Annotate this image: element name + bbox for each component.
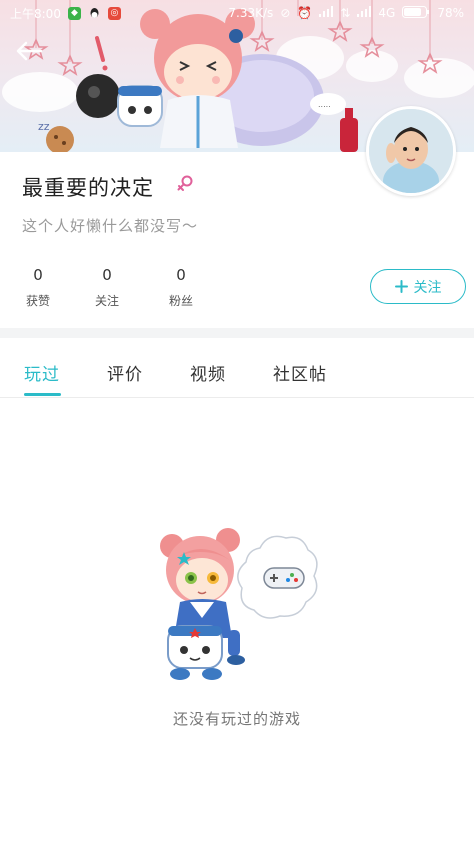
avatar[interactable] (366, 106, 456, 196)
empty-state-illustration (160, 528, 318, 680)
weibo-icon: ◎ (107, 6, 121, 20)
alarm-icon: ⏰ (297, 6, 313, 20)
tab-bar: 玩过 评价 视频 社区帖 (0, 338, 474, 398)
stat-following[interactable]: 0 关注 (87, 266, 127, 309)
section-divider (0, 328, 474, 338)
status-time: 上午8:00 (10, 6, 61, 21)
signal-icon (319, 6, 334, 20)
signal-icon-2 (357, 6, 372, 20)
battery-level: 78% (437, 6, 464, 20)
user-bio: 这个人好懒什么都没写～ (22, 217, 199, 235)
network-speed: 7.33K/s (228, 6, 274, 20)
active-tab-indicator (24, 393, 61, 396)
status-bar: 上午8:00 ◆ ◎ 7.33K/s ⊘ ⏰ ⇅ 4G 78% (0, 0, 474, 26)
battery-icon (402, 5, 430, 21)
back-button[interactable] (14, 40, 44, 62)
mute-icon: ⊘ (280, 6, 291, 20)
data-transfer-icon: ⇅ (340, 6, 351, 20)
tab-reviews[interactable]: 评价 (107, 360, 143, 385)
app-notification-icon: ◆ (67, 6, 81, 20)
stat-followers[interactable]: 0 粉丝 (161, 266, 201, 309)
stat-following-label: 关注 (94, 294, 119, 308)
female-gender-icon (177, 175, 193, 191)
plus-icon (394, 280, 408, 293)
stat-likes-value: 0 (33, 266, 43, 284)
stat-likes[interactable]: 0 获赞 (18, 266, 58, 309)
follow-button-label: 关注 (413, 279, 442, 296)
network-type: 4G (378, 6, 396, 20)
tab-played[interactable]: 玩过 (24, 360, 60, 385)
svg-text:zz: zz (38, 120, 50, 133)
stat-likes-label: 获赞 (25, 294, 50, 308)
stat-followers-label: 粉丝 (168, 294, 193, 308)
svg-text:.....: ..... (318, 100, 331, 109)
tab-community-posts[interactable]: 社区帖 (273, 360, 327, 385)
qq-icon (88, 7, 101, 20)
arrow-left-icon (16, 41, 43, 61)
tab-videos[interactable]: 视频 (190, 360, 226, 385)
username: 最重要的决定 (22, 176, 154, 200)
empty-state-message: 还没有玩过的游戏 (172, 710, 301, 728)
stat-followers-value: 0 (176, 266, 186, 284)
stat-following-value: 0 (102, 266, 112, 284)
follow-button[interactable]: 关注 (370, 269, 466, 304)
